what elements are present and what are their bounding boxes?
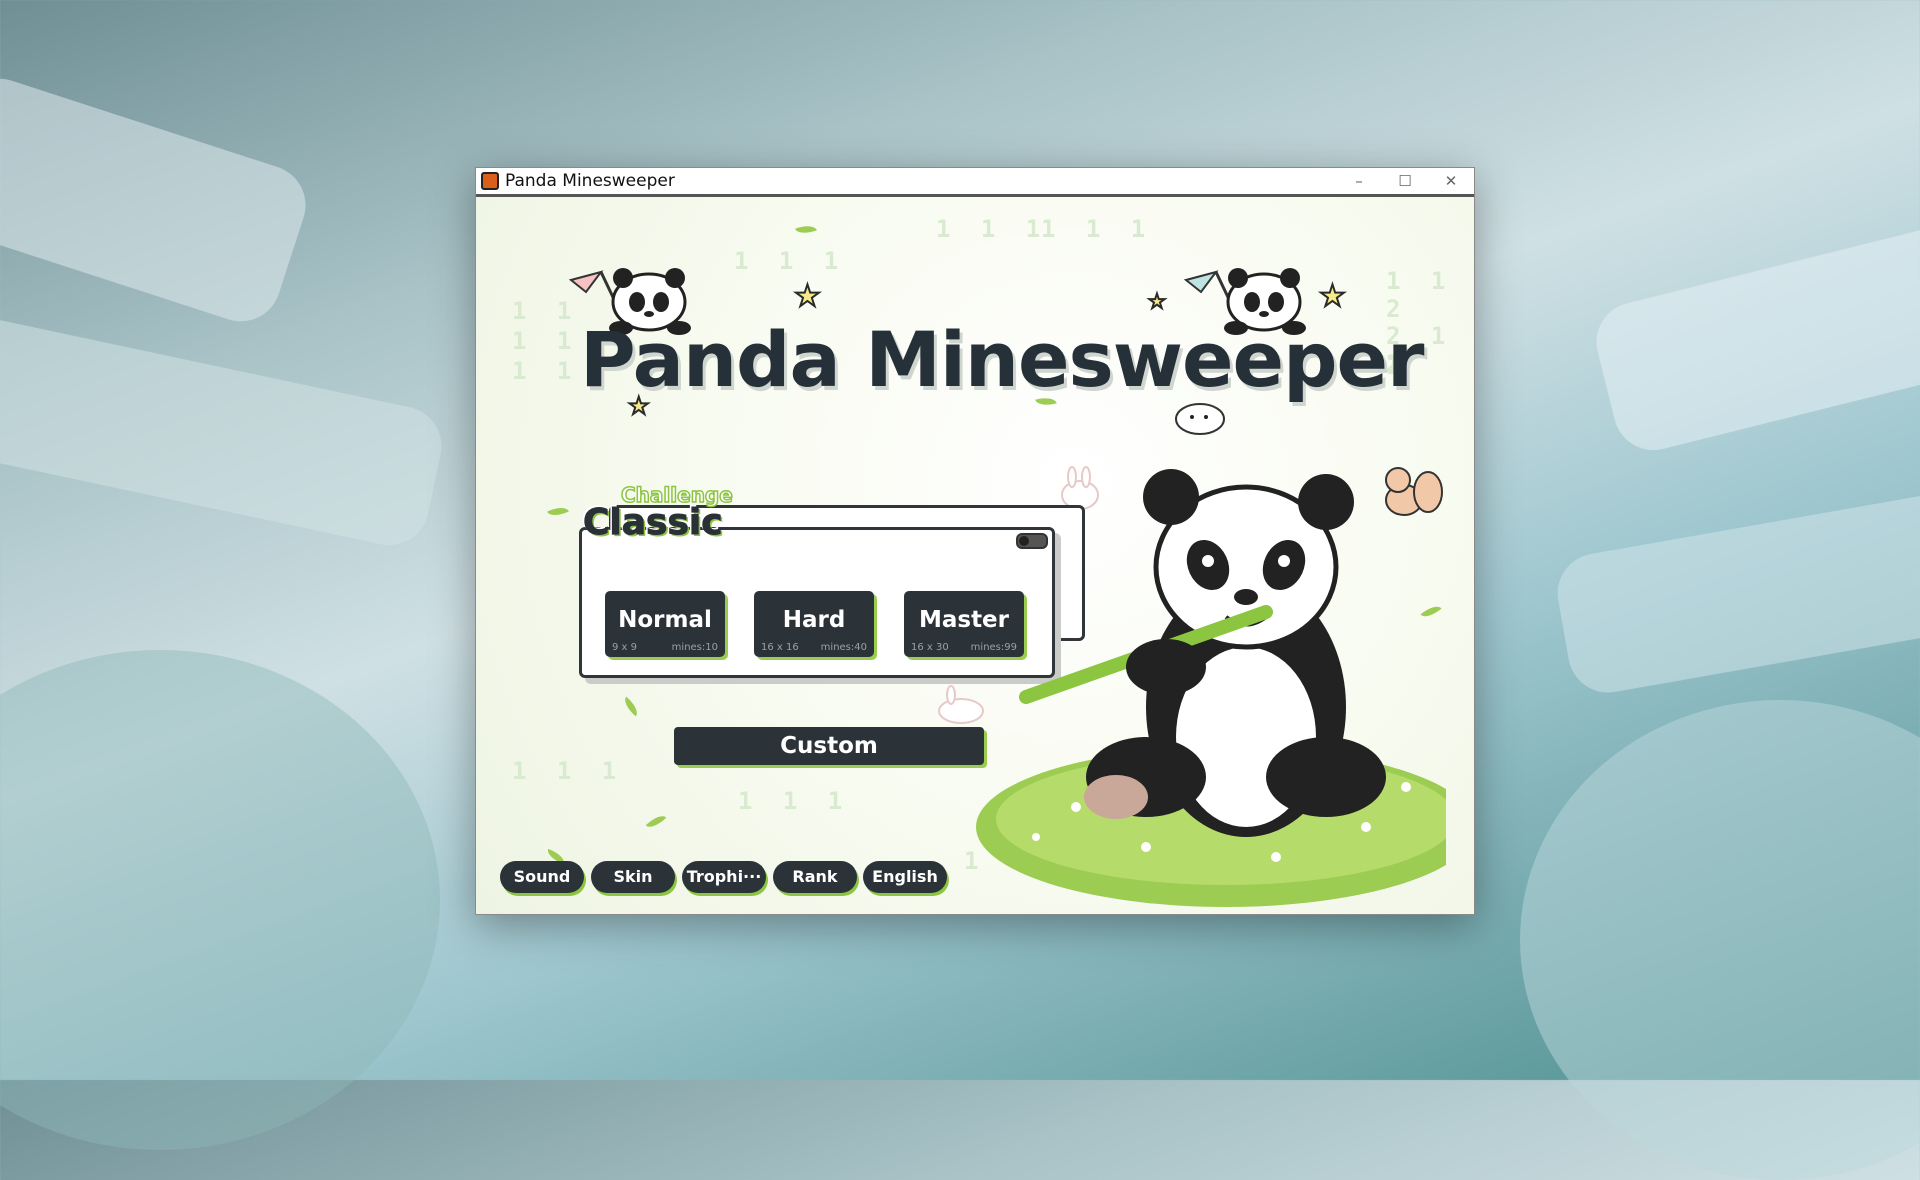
wallpaper-shape bbox=[1588, 211, 1920, 459]
bg-digits: 1 1 1 bbox=[738, 787, 851, 815]
sound-button[interactable]: Sound bbox=[500, 861, 584, 893]
star-decoration: ★ bbox=[793, 278, 822, 315]
classic-title: Classic bbox=[583, 502, 724, 544]
mode-label: Normal bbox=[618, 607, 712, 633]
rank-button[interactable]: Rank bbox=[773, 861, 857, 893]
custom-button[interactable]: Custom bbox=[674, 727, 984, 765]
leaf-decoration bbox=[645, 811, 667, 832]
app-icon bbox=[481, 172, 499, 190]
skin-button[interactable]: Skin bbox=[591, 861, 675, 893]
close-button[interactable]: ✕ bbox=[1428, 172, 1474, 190]
wallpaper-shape bbox=[1520, 700, 1920, 1180]
game-canvas: 1 1 1 1 1 1 1 1 1 1 1 1 1 1 1 1 1 2 2 1 … bbox=[476, 197, 1474, 914]
bg-digits: 1 1 1 bbox=[1041, 215, 1154, 243]
board-size: 16 x 16 bbox=[761, 642, 799, 653]
bg-digits: 1 1 1 bbox=[512, 757, 625, 785]
leaf-decoration bbox=[620, 696, 642, 717]
wallpaper-shape bbox=[0, 307, 449, 553]
normal-mode-button[interactable]: Normal 9 x 9 mines:10 bbox=[605, 591, 725, 657]
minimize-button[interactable]: – bbox=[1336, 172, 1382, 190]
leaf-decoration bbox=[795, 221, 817, 238]
board-size: 16 x 30 bbox=[911, 642, 949, 653]
trophies-button[interactable]: Trophi··· bbox=[682, 861, 766, 893]
star-decoration: ★ bbox=[1147, 288, 1167, 314]
game-title: Panda Minesweeper bbox=[580, 315, 1424, 404]
wallpaper-shape bbox=[0, 650, 440, 1150]
bg-digits: 1 1 1 bbox=[734, 247, 847, 275]
hard-mode-button[interactable]: Hard 16 x 16 mines:40 bbox=[754, 591, 874, 657]
window-title: Panda Minesweeper bbox=[505, 171, 675, 191]
seal-icon bbox=[1175, 403, 1225, 435]
mode-meta: 9 x 9 mines:10 bbox=[605, 642, 725, 653]
language-button[interactable]: English bbox=[863, 861, 947, 893]
bg-digits: 1 1 1 bbox=[936, 215, 1049, 243]
star-decoration: ★ bbox=[1318, 278, 1347, 315]
app-window: Panda Minesweeper – ☐ ✕ 1 1 1 1 1 1 1 1 … bbox=[475, 167, 1475, 915]
panda-illustration-icon bbox=[976, 469, 1446, 907]
wallpaper-shape bbox=[1551, 481, 1920, 699]
mine-count: mines:10 bbox=[671, 642, 718, 653]
mode-meta: 16 x 16 mines:40 bbox=[754, 642, 874, 653]
leaf-decoration bbox=[547, 503, 569, 520]
wallpaper-shape bbox=[0, 68, 316, 332]
bg-digits: 1 1 bbox=[512, 357, 580, 385]
board-size: 9 x 9 bbox=[612, 642, 637, 653]
maximize-button[interactable]: ☐ bbox=[1382, 172, 1428, 190]
title-bar[interactable]: Panda Minesweeper – ☐ ✕ bbox=[476, 168, 1474, 197]
mode-label: Hard bbox=[782, 607, 846, 633]
mine-count: mines:40 bbox=[820, 642, 867, 653]
